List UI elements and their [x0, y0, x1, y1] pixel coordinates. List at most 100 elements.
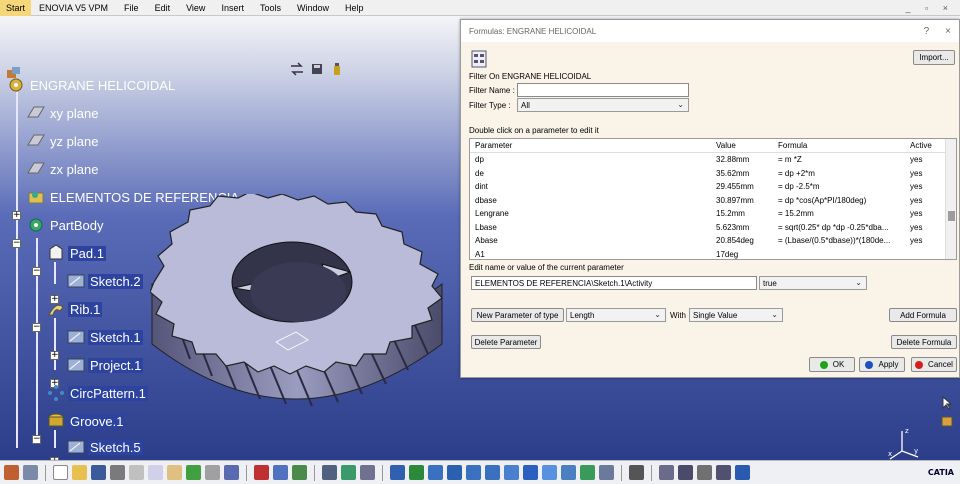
- tree-node-pad[interactable]: Pad.1: [46, 242, 106, 264]
- numeric-icon[interactable]: [716, 465, 731, 480]
- fly-icon[interactable]: [390, 465, 405, 480]
- column-header-formula[interactable]: Formula: [778, 141, 904, 150]
- open-icon[interactable]: [72, 465, 87, 480]
- exit-icon[interactable]: [4, 465, 19, 480]
- bottle-icon[interactable]: [330, 62, 344, 76]
- formula-icon[interactable]: [254, 465, 269, 480]
- table-row[interactable]: dint 29.455mm = dp -2.5*m yes: [470, 180, 956, 194]
- iso-view-icon[interactable]: [523, 465, 538, 480]
- parameter-type-select[interactable]: Length ⌄: [566, 308, 666, 322]
- knowledge-icon[interactable]: [273, 465, 288, 480]
- delete-formula-button[interactable]: Delete Formula: [891, 335, 957, 349]
- menu-window[interactable]: Window: [289, 3, 337, 13]
- tree-node-sketch5[interactable]: Sketch.5: [66, 436, 143, 458]
- copy-icon[interactable]: [148, 465, 163, 480]
- table-scrollbar[interactable]: [945, 139, 956, 259]
- tree-root[interactable]: ENGRANE HELICOIDAL: [6, 74, 177, 96]
- collapse-toggle[interactable]: −: [32, 267, 41, 276]
- table-row[interactable]: Abase 20.854deg = (Lbase/(0.5*dbase))*(1…: [470, 234, 956, 248]
- tree-node-xy-plane[interactable]: xy plane: [26, 102, 100, 124]
- function-icon[interactable]: [697, 465, 712, 480]
- print-icon[interactable]: [110, 465, 125, 480]
- axis-icon[interactable]: [360, 465, 375, 480]
- search-icon[interactable]: [659, 465, 674, 480]
- save-icon[interactable]: [91, 465, 106, 480]
- redo-icon[interactable]: [205, 465, 220, 480]
- cursor-icon[interactable]: [940, 396, 954, 410]
- collapse-toggle[interactable]: −: [12, 239, 21, 248]
- close-button[interactable]: ×: [945, 26, 951, 37]
- edit-value-select[interactable]: true ⌄: [759, 276, 867, 290]
- import-button[interactable]: Import...: [913, 50, 955, 65]
- add-formula-button[interactable]: Add Formula: [889, 308, 957, 322]
- tree-node-zx-plane[interactable]: zx plane: [26, 158, 100, 180]
- formula-table-icon[interactable]: [471, 50, 487, 68]
- table-row[interactable]: de 35.62mm = dp +2*m yes: [470, 167, 956, 181]
- table-row[interactable]: Lbase 5.623mm = sqrt(0.25* dp *dp -0.25*…: [470, 221, 956, 235]
- table-row[interactable]: dbase 30.897mm = dp *cos(Ap*PI/180deg) y…: [470, 194, 956, 208]
- scrollbar-thumb[interactable]: [948, 211, 955, 221]
- helical-gear-model[interactable]: [150, 194, 450, 444]
- collapse-toggle[interactable]: −: [32, 323, 41, 332]
- help-button[interactable]: ?: [924, 26, 930, 37]
- tree-node-sketch2[interactable]: Sketch.2: [66, 270, 143, 292]
- tree-node-rib[interactable]: Rib.1: [46, 298, 103, 320]
- new-parameter-button[interactable]: New Parameter of type: [471, 308, 564, 322]
- render-icon[interactable]: [599, 465, 614, 480]
- paste-icon[interactable]: [167, 465, 182, 480]
- design-table-icon[interactable]: [341, 465, 356, 480]
- menu-view[interactable]: View: [178, 3, 213, 13]
- menu-help[interactable]: Help: [337, 3, 372, 13]
- zoom-in-icon[interactable]: [466, 465, 481, 480]
- tree-node-groove[interactable]: Groove.1: [46, 410, 126, 432]
- apply-button[interactable]: Apply: [859, 357, 905, 372]
- whats-this-icon[interactable]: [224, 465, 239, 480]
- menu-tools[interactable]: Tools: [252, 3, 289, 13]
- with-value-select[interactable]: Single Value ⌄: [689, 308, 783, 322]
- column-header-active[interactable]: Active: [904, 141, 944, 150]
- column-header-value[interactable]: Value: [716, 141, 778, 150]
- column-header-parameter[interactable]: Parameter: [470, 141, 716, 150]
- zoom-out-icon[interactable]: [485, 465, 500, 480]
- start-menu-button[interactable]: Start: [0, 0, 32, 16]
- table-row[interactable]: Lengrane 15.2mm = 15.2mm yes: [470, 207, 956, 221]
- swap-icon[interactable]: [290, 62, 304, 76]
- tree-node-partbody[interactable]: PartBody: [26, 214, 105, 236]
- shading-icon[interactable]: [542, 465, 557, 480]
- enovia-menu[interactable]: ENOVIA V5 VPM: [37, 3, 116, 13]
- fit-all-icon[interactable]: [409, 465, 424, 480]
- delete-parameter-button[interactable]: Delete Parameter: [471, 335, 541, 349]
- window-controls[interactable]: _ ▫ ×: [906, 3, 960, 13]
- pan-icon[interactable]: [428, 465, 443, 480]
- tree-node-circpattern[interactable]: CircPattern.1: [46, 382, 148, 404]
- law-icon[interactable]: [292, 465, 307, 480]
- menu-insert[interactable]: Insert: [213, 3, 252, 13]
- table-icon[interactable]: [322, 465, 337, 480]
- filter-name-input[interactable]: [517, 83, 689, 97]
- menu-edit[interactable]: Edit: [147, 3, 179, 13]
- tree-node-yz-plane[interactable]: yz plane: [26, 130, 100, 152]
- camera-icon[interactable]: [629, 465, 644, 480]
- cancel-button[interactable]: Cancel: [911, 357, 957, 372]
- expand-toggle[interactable]: +: [50, 351, 59, 360]
- cut-icon[interactable]: [129, 465, 144, 480]
- tree-node-project[interactable]: Project.1: [66, 354, 144, 376]
- tree-node-sketch1[interactable]: Sketch.1: [66, 326, 143, 348]
- edit-value-input[interactable]: ELEMENTOS DE REFERENCIA\Sketch.1\Activit…: [471, 276, 757, 290]
- expand-toggle[interactable]: +: [12, 211, 21, 220]
- collapse-toggle[interactable]: −: [32, 435, 41, 444]
- rotate-icon[interactable]: [447, 465, 462, 480]
- hide-show-icon[interactable]: [561, 465, 576, 480]
- axis-compass[interactable]: z y x: [884, 421, 924, 461]
- undo-icon[interactable]: [186, 465, 201, 480]
- table-row[interactable]: A1 17deg: [470, 248, 956, 260]
- ok-button[interactable]: OK: [809, 357, 855, 372]
- table-row[interactable]: dp 32.88mm = m *Z yes: [470, 153, 956, 167]
- menu-file[interactable]: File: [116, 3, 147, 13]
- package-icon[interactable]: [940, 414, 954, 428]
- disk-icon[interactable]: [310, 62, 324, 76]
- update-icon[interactable]: [735, 465, 750, 480]
- new-icon[interactable]: [53, 465, 68, 480]
- swap-visible-icon[interactable]: [580, 465, 595, 480]
- measure-icon[interactable]: [23, 465, 38, 480]
